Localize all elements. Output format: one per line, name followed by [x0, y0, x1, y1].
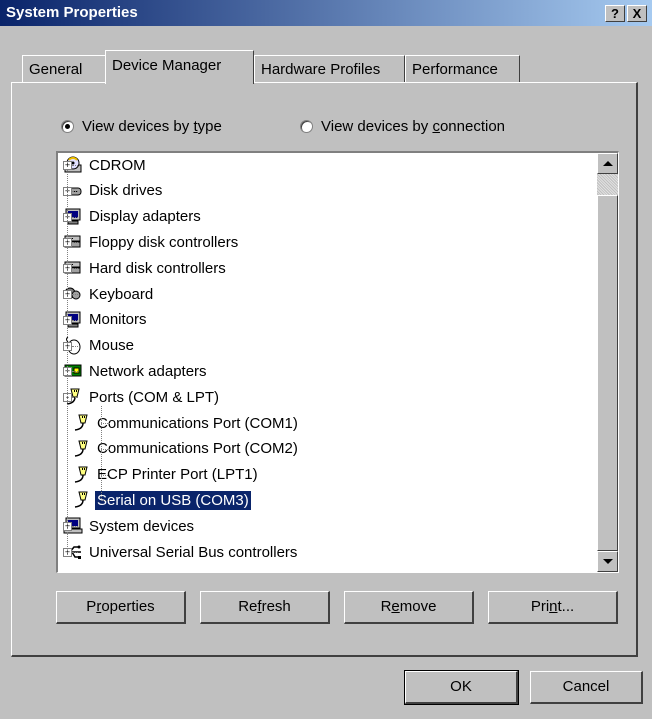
- tree-item-network-adapters[interactable]: Network adapters: [63, 360, 209, 382]
- arrow-up-icon: [603, 161, 613, 166]
- port-icon: [71, 414, 91, 432]
- view-by-connection-option[interactable]: View devices by connection: [300, 116, 505, 136]
- tree-item-display-adapters[interactable]: Display adapters: [63, 206, 203, 228]
- ok-button[interactable]: OK: [404, 670, 519, 705]
- tab-device-manager-label: Device Manager: [112, 57, 222, 74]
- scroll-up-button[interactable]: [597, 153, 618, 174]
- tree-item-hard-disk-controllers[interactable]: Hard disk controllers: [63, 257, 228, 279]
- view-by-connection-label: View devices by connection: [321, 117, 506, 135]
- tree-item-ecp-printer-port-lpt1[interactable]: ECP Printer Port (LPT1): [71, 464, 260, 486]
- remove-button[interactable]: Remove: [344, 591, 474, 624]
- tree-item-label: Display adapters: [89, 208, 201, 226]
- view-by-type-option[interactable]: View devices by type: [61, 116, 222, 136]
- properties-button[interactable]: Properties: [56, 591, 186, 624]
- help-icon: ?: [611, 6, 619, 21]
- tab-general[interactable]: General: [22, 55, 106, 83]
- help-button[interactable]: ?: [605, 5, 625, 22]
- refresh-button[interactable]: Refresh: [200, 591, 330, 624]
- tab-performance[interactable]: Performance: [405, 55, 520, 83]
- scroll-thumb[interactable]: [597, 195, 618, 551]
- tree-item-serial-on-usb-com3[interactable]: Serial on USB (COM3): [71, 489, 252, 511]
- expand-icon[interactable]: +: [63, 161, 72, 170]
- tree-item-universal-serial-bus-controllers[interactable]: Universal Serial Bus controllers: [63, 541, 299, 563]
- tree-item-label: Monitors: [89, 311, 147, 329]
- port-icon: [71, 491, 91, 509]
- tab-hardware-profiles-label: Hardware Profiles: [261, 61, 381, 78]
- tree-item-label: Hard disk controllers: [89, 259, 226, 277]
- tab-general-label: General: [29, 61, 83, 78]
- system-properties-window: System Properties ? X General Device Man…: [0, 0, 652, 719]
- print-button[interactable]: Print...: [488, 591, 618, 624]
- cancel-button[interactable]: Cancel: [530, 671, 643, 704]
- tree-item-label: Floppy disk controllers: [89, 233, 239, 251]
- tab-performance-label: Performance: [412, 61, 498, 78]
- tree-item-label: ECP Printer Port (LPT1): [97, 466, 258, 484]
- device-tree[interactable]: CDROM + Disk drives + Display adapters + Flopp…: [56, 151, 619, 573]
- tree-item-label: Ports (COM & LPT): [89, 388, 220, 406]
- tree-item-floppy-disk-controllers[interactable]: Floppy disk controllers: [63, 231, 240, 253]
- tree-item-label: Communications Port (COM1): [97, 414, 298, 432]
- tree-item-label: Keyboard: [89, 285, 154, 303]
- window-title: System Properties: [6, 4, 138, 21]
- view-by-type-radio[interactable]: [61, 119, 74, 133]
- tree-item-label: Communications Port (COM2): [97, 440, 298, 458]
- title-bar[interactable]: System Properties ? X: [0, 0, 652, 26]
- tree-item-disk-drives[interactable]: Disk drives: [63, 180, 164, 202]
- tree-item-label: Disk drives: [89, 182, 163, 200]
- tab-device-manager[interactable]: Device Manager: [105, 50, 254, 84]
- tree-scrollbar[interactable]: [597, 153, 618, 572]
- tree-item-label: Network adapters: [89, 362, 207, 380]
- tab-hardware-profiles[interactable]: Hardware Profiles: [254, 55, 405, 83]
- close-button[interactable]: X: [627, 5, 647, 22]
- tree-item-system-devices[interactable]: System devices: [63, 515, 196, 537]
- tree-item-label: CDROM: [89, 156, 146, 174]
- scroll-down-button[interactable]: [597, 551, 618, 572]
- tree-item-label: System devices: [89, 517, 195, 535]
- tree-item-label: Serial on USB (COM3): [94, 489, 252, 511]
- close-icon: X: [632, 6, 642, 21]
- tree-item-ports-com-lpt[interactable]: Ports (COM & LPT): [63, 386, 221, 408]
- tree-item-label: Mouse: [89, 337, 135, 355]
- view-by-type-label: View devices by type: [82, 117, 222, 135]
- view-by-connection-radio[interactable]: [300, 119, 313, 133]
- tree-item-label: Universal Serial Bus controllers: [89, 543, 298, 561]
- port-icon: [71, 466, 91, 484]
- port-icon: [71, 440, 91, 458]
- arrow-down-icon: [603, 559, 613, 564]
